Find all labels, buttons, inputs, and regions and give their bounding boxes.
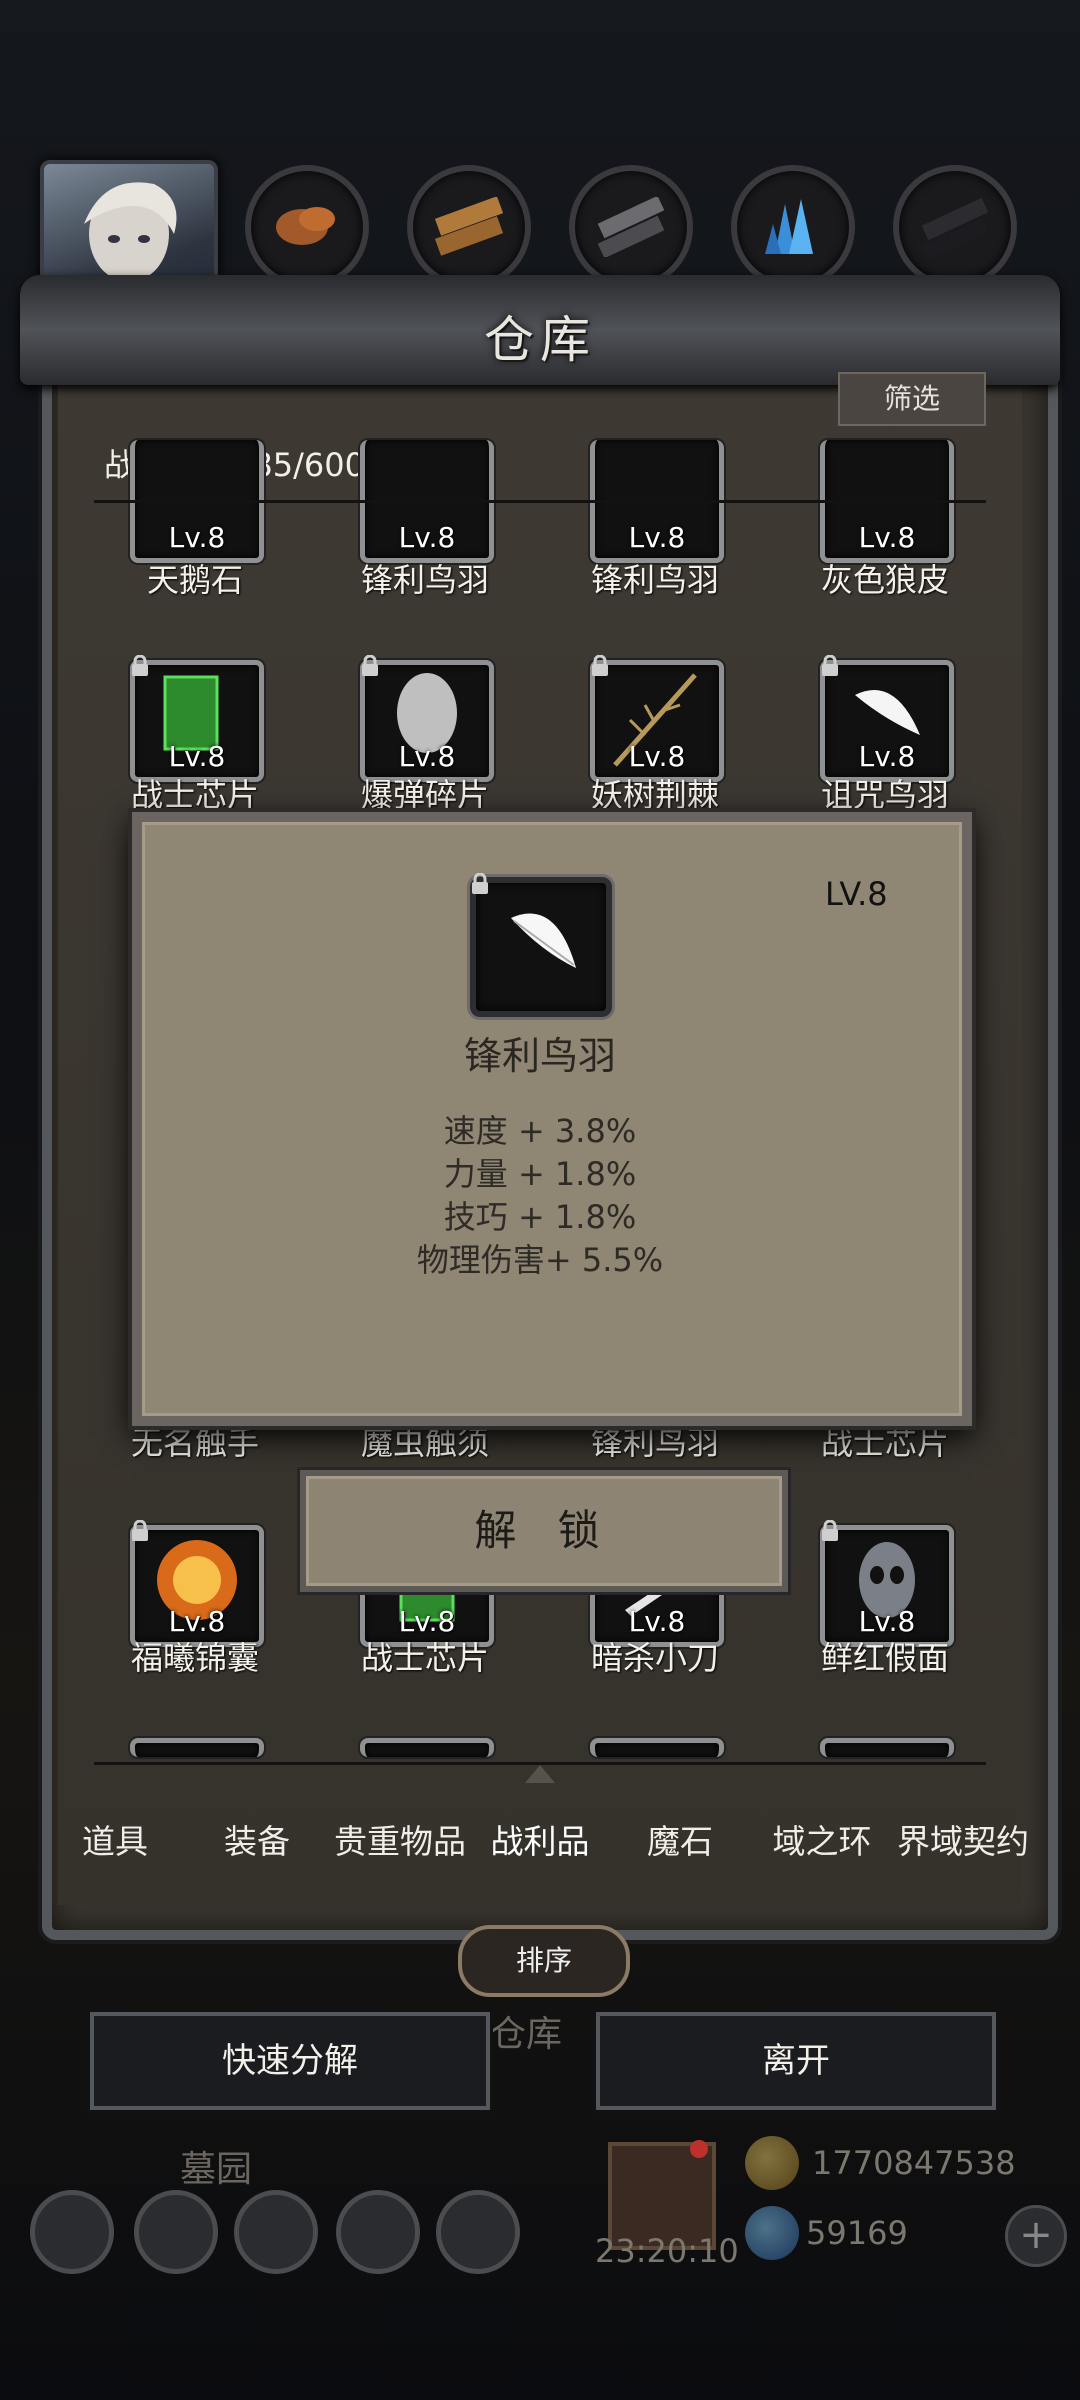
dark-ore-icon[interactable]	[893, 165, 1017, 289]
item-slot[interactable]	[590, 1738, 724, 1757]
ranking-icon[interactable]	[234, 2190, 318, 2274]
item-name: 鲜红假面	[820, 1639, 949, 1677]
item-name: 战士芯片	[360, 1639, 489, 1677]
lock-icon	[822, 655, 838, 676]
item-slot[interactable]: Lv.8	[360, 660, 494, 782]
item-slot[interactable]: Lv.8	[820, 1525, 954, 1647]
brown-ore-icon[interactable]	[245, 165, 369, 289]
item-name: 战士芯片	[130, 776, 259, 814]
stat-line: 物理伤害+ 5.5%	[416, 1241, 664, 1279]
settings-gear-icon[interactable]	[30, 2190, 114, 2274]
item-slot[interactable]: Lv.8	[130, 660, 264, 782]
gold-amount: 1770847538	[812, 2144, 1016, 2182]
detail-item-name: 锋利鸟羽	[463, 1034, 616, 1078]
item-name: 天鹅石	[146, 561, 243, 599]
lock-icon	[472, 873, 488, 894]
blue-crystal-icon[interactable]	[731, 165, 855, 289]
tab-items[interactable]: 道具	[40, 1815, 190, 1863]
lock-icon	[592, 655, 608, 676]
lock-icon	[132, 1520, 148, 1541]
item-slot[interactable]: Lv.8	[590, 660, 724, 782]
page-title: 仓库	[484, 311, 596, 369]
add-currency-icon[interactable]: +	[1005, 2205, 1067, 2267]
stat-line: 力量 + 1.8%	[443, 1155, 637, 1193]
unlock-button[interactable]: 解 锁	[300, 1470, 788, 1592]
leave-button[interactable]: 离开	[596, 2012, 996, 2110]
lock-icon	[822, 1520, 838, 1541]
divider	[94, 500, 986, 503]
tab-realm-contracts[interactable]: 界域契约	[888, 1815, 1038, 1863]
iron-ingot-icon[interactable]	[569, 165, 693, 289]
lock-icon	[132, 655, 148, 676]
stat-line: 速度 + 3.8%	[443, 1112, 637, 1150]
item-name: 暗杀小刀	[590, 1639, 719, 1677]
sort-button[interactable]: 排序	[458, 1925, 630, 1997]
item-name: 爆弹碎片	[360, 776, 489, 814]
gem-amount: 59169	[806, 2214, 908, 2252]
gem-icon	[745, 2206, 799, 2260]
stat-line: 技巧 + 1.8%	[443, 1198, 637, 1236]
shop-icon[interactable]	[436, 2190, 520, 2274]
star-icon[interactable]	[134, 2190, 218, 2274]
item-name: 锋利鸟羽	[590, 561, 719, 599]
item-slot[interactable]	[820, 1738, 954, 1757]
item-slot[interactable]	[360, 1738, 494, 1757]
tab-magic-stones[interactable]: 魔石	[605, 1815, 755, 1863]
tab-domain-rings[interactable]: 域之环	[747, 1815, 897, 1863]
item-name: 诅咒鸟羽	[820, 776, 949, 814]
mail-icon[interactable]	[336, 2190, 420, 2274]
item-slot[interactable]	[130, 1738, 264, 1757]
item-name: 灰色狼皮	[820, 561, 949, 599]
item-name: 锋利鸟羽	[360, 561, 489, 599]
item-name: 福曦锦囊	[130, 1639, 259, 1677]
filter-button[interactable]: 筛选	[838, 372, 986, 426]
notification-dot	[690, 2140, 708, 2158]
countdown-timer: 23:20:10	[595, 2232, 739, 2270]
item-name: 妖树荆棘	[590, 776, 719, 814]
item-slot[interactable]: Lv.8	[130, 1525, 264, 1647]
detail-level: LV.8	[825, 875, 888, 913]
tab-loot[interactable]: 战利品	[465, 1815, 615, 1863]
item-slot[interactable]: Lv.8	[820, 660, 954, 782]
active-tab-indicator	[525, 1765, 555, 1783]
wood-plank-icon[interactable]	[407, 165, 531, 289]
detail-item-slot	[470, 877, 612, 1017]
graveyard-label: 墓园	[180, 2149, 253, 2190]
tab-equipment[interactable]: 装备	[182, 1815, 332, 1863]
behind-label: 仓库	[490, 2014, 563, 2055]
tab-valuables[interactable]: 贵重物品	[325, 1815, 475, 1863]
quick-decompose-button[interactable]: 快速分解	[90, 2012, 490, 2110]
lock-icon	[362, 655, 378, 676]
feather-icon	[511, 913, 576, 968]
gold-coin-icon	[745, 2136, 799, 2190]
